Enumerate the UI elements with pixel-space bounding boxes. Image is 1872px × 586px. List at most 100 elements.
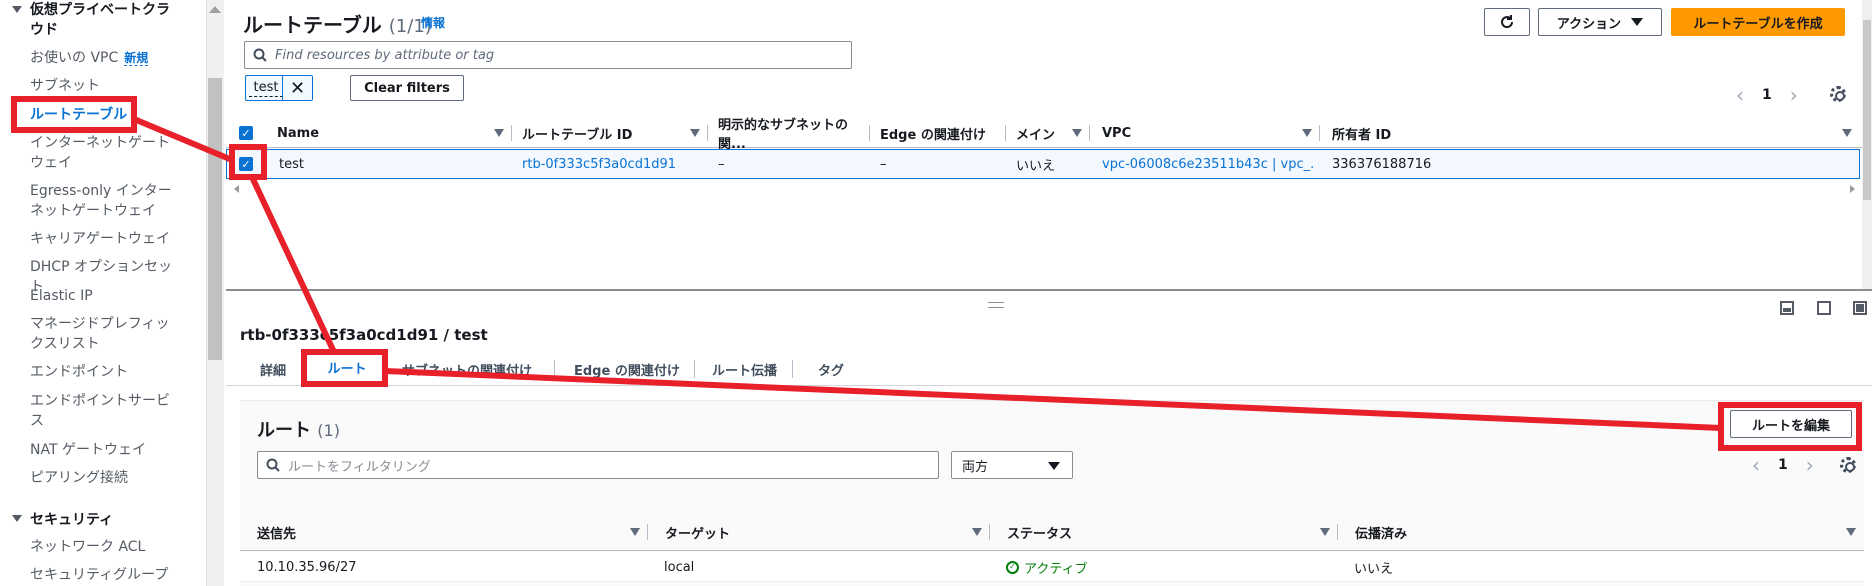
scroll-up-icon[interactable] [209, 6, 221, 13]
status-success-icon: ✓ [1006, 560, 1019, 574]
table-scrollbar[interactable] [1862, 0, 1872, 290]
settings-gear-icon[interactable] [1840, 457, 1856, 473]
create-route-table-button[interactable]: ルートテーブルを作成 [1671, 8, 1845, 36]
column-header-rtb-id[interactable]: ルートテーブル ID [512, 118, 708, 148]
remove-filter-icon[interactable]: ✕ [282, 76, 312, 100]
sidebar-item-network-acl[interactable]: ネットワーク ACL [30, 537, 180, 557]
column-label: 明示的なサブネットの関... [718, 118, 849, 152]
column-header-main[interactable]: メイン [1006, 118, 1090, 148]
search-icon [253, 48, 267, 62]
sidebar-item-your-vpcs[interactable]: お使いの VPC 新規 [30, 48, 180, 68]
resize-handle-icon[interactable] [988, 302, 1004, 308]
column-header-target[interactable]: ターゲット [648, 513, 990, 551]
resource-search-input[interactable]: Find resources by attribute or tag [244, 41, 852, 69]
tab-route-propagation[interactable]: ルート伝播 [712, 352, 777, 386]
panel-hide-icon[interactable] [1853, 301, 1867, 315]
sidebar-item-endpoints[interactable]: エンドポイント [30, 362, 180, 382]
prev-page-icon[interactable]: ‹ [1736, 83, 1744, 107]
cell-destination: 10.10.35.96/27 [257, 559, 357, 575]
panel-side-icon[interactable] [1817, 301, 1831, 315]
sidebar-item-security-groups[interactable]: セキュリティグループ [30, 565, 180, 585]
sidebar-item-internet-gateways[interactable]: インターネットゲートウェイ [30, 133, 180, 173]
sidebar-item-elastic-ip[interactable]: Elastic IP [30, 286, 180, 306]
column-header-status[interactable]: ステータス [990, 513, 1338, 551]
route-type-select[interactable]: 両方 [951, 451, 1073, 479]
table-row[interactable]: ✓ test rtb-0f333c5f3a0cd1d91 – – いいえ vpc… [226, 149, 1860, 179]
main-content: ルートテーブル (1/1) 情報 アクション ルートテーブルを作成 Find r… [226, 0, 1872, 586]
info-link[interactable]: 情報 [421, 14, 445, 31]
tab-details[interactable]: 詳細 [260, 352, 286, 386]
column-label: 送信先 [257, 526, 297, 542]
split-divider[interactable] [226, 289, 1872, 291]
filter-token-label: test [249, 80, 283, 97]
actions-button[interactable]: アクション [1538, 8, 1662, 36]
column-label: ターゲット [665, 526, 731, 542]
sidebar-item-egress-only-igw[interactable]: Egress-only インターネットゲートウェイ [30, 181, 180, 221]
app-root: 仮想プライベートクラウド お使いの VPC 新規 サブネット ルートテーブル イン… [0, 0, 1872, 586]
refresh-icon [1501, 15, 1514, 29]
routes-title-text: ルート [257, 420, 311, 441]
column-header-subnet[interactable]: 明示的なサブネットの関... [708, 118, 870, 152]
column-header-vpc[interactable]: VPC [1090, 118, 1320, 148]
routes-card: ルート (1) ルートを編集 ルートをフィルタリング 両方 ‹ 1 › 送信先 … [240, 400, 1864, 586]
cell-vpc-link[interactable]: vpc-06008c6e23511b43c | vpc_... [1102, 150, 1314, 178]
cell-subnet: – [718, 156, 725, 172]
next-page-icon[interactable]: › [1790, 83, 1798, 107]
route-filter-input[interactable]: ルートをフィルタリング [257, 451, 939, 479]
sidebar-scrollbar-thumb[interactable] [208, 78, 222, 360]
refresh-button[interactable] [1484, 8, 1530, 36]
edit-routes-button[interactable]: ルートを編集 [1730, 410, 1852, 438]
settings-gear-icon[interactable] [1830, 86, 1846, 102]
sidebar-item-nat-gateways[interactable]: NAT ゲートウェイ [30, 440, 180, 460]
sort-icon [1302, 129, 1312, 137]
prev-page-icon[interactable]: ‹ [1752, 453, 1760, 477]
current-page[interactable]: 1 [1778, 457, 1788, 473]
sidebar-section-vpc[interactable]: 仮想プライベートクラウド [12, 0, 180, 40]
sidebar-item-endpoint-services[interactable]: エンドポイントサービス [30, 391, 180, 431]
select-all-checkbox[interactable]: ✓ [239, 118, 269, 148]
tab-edge-associations[interactable]: Edge の関連付け [574, 352, 680, 386]
sidebar-section-security[interactable]: セキュリティ [12, 509, 113, 529]
panel-bottom-icon[interactable] [1780, 301, 1794, 315]
column-header-edge[interactable]: Edge の関連付け [870, 118, 1006, 148]
caret-down-icon [12, 515, 22, 522]
sidebar-item-carrier-gateways[interactable]: キャリアゲートウェイ [30, 229, 180, 249]
sidebar-item-route-tables[interactable]: ルートテーブル [30, 105, 180, 125]
scroll-right-icon[interactable] [1850, 185, 1855, 193]
sidebar-section-label: 仮想プライベートクラウド [30, 2, 170, 38]
column-header-name[interactable]: Name [269, 118, 512, 148]
next-page-icon[interactable]: › [1806, 453, 1814, 477]
table-scrollbar-thumb[interactable] [1863, 20, 1871, 200]
scroll-left-icon[interactable] [234, 185, 239, 193]
clear-filters-button[interactable]: Clear filters [350, 75, 464, 101]
sidebar-item-subnets[interactable]: サブネット [30, 76, 180, 96]
sort-icon [1842, 129, 1852, 137]
tab-separator [304, 360, 305, 378]
sidebar: 仮想プライベートクラウド お使いの VPC 新規 サブネット ルートテーブル イン… [0, 0, 206, 586]
cell-owner: 336376188716 [1332, 156, 1432, 172]
table-row[interactable]: 10.10.35.96/27 local ✓ アクティブ いいえ [240, 552, 1864, 582]
column-header-destination[interactable]: 送信先 [240, 513, 648, 551]
current-page[interactable]: 1 [1762, 87, 1772, 103]
tab-separator [792, 360, 793, 378]
sort-icon [1072, 129, 1082, 137]
column-label: Name [277, 125, 320, 141]
tab-routes[interactable]: ルート [310, 352, 384, 386]
routes-pagination: ‹ 1 › [1752, 453, 1814, 477]
tab-tags[interactable]: タグ [818, 352, 844, 386]
tab-separator [694, 360, 695, 378]
row-checkbox[interactable]: ✓ [239, 150, 269, 178]
tab-separator [554, 360, 555, 378]
cell-propagated: いいえ [1354, 561, 1394, 577]
sidebar-item-peering[interactable]: ピアリング接続 [30, 468, 180, 488]
caret-down-icon [1048, 462, 1060, 470]
tab-subnet-associations[interactable]: サブネットの関連付け [402, 352, 532, 386]
sidebar-item-prefix-lists[interactable]: マネージドプレフィックスリスト [30, 314, 180, 354]
column-header-owner[interactable]: 所有者 ID [1320, 118, 1860, 148]
cell-rtb-id-link[interactable]: rtb-0f333c5f3a0cd1d91 [522, 150, 676, 178]
column-header-propagated[interactable]: 伝播済み [1338, 513, 1864, 551]
column-label: ルートテーブル ID [522, 127, 633, 143]
caret-down-icon [12, 6, 22, 13]
column-label: VPC [1102, 125, 1132, 141]
route-table-header: ✓ Name ルートテーブル ID 明示的なサブネットの関... Edge の関… [226, 118, 1872, 152]
